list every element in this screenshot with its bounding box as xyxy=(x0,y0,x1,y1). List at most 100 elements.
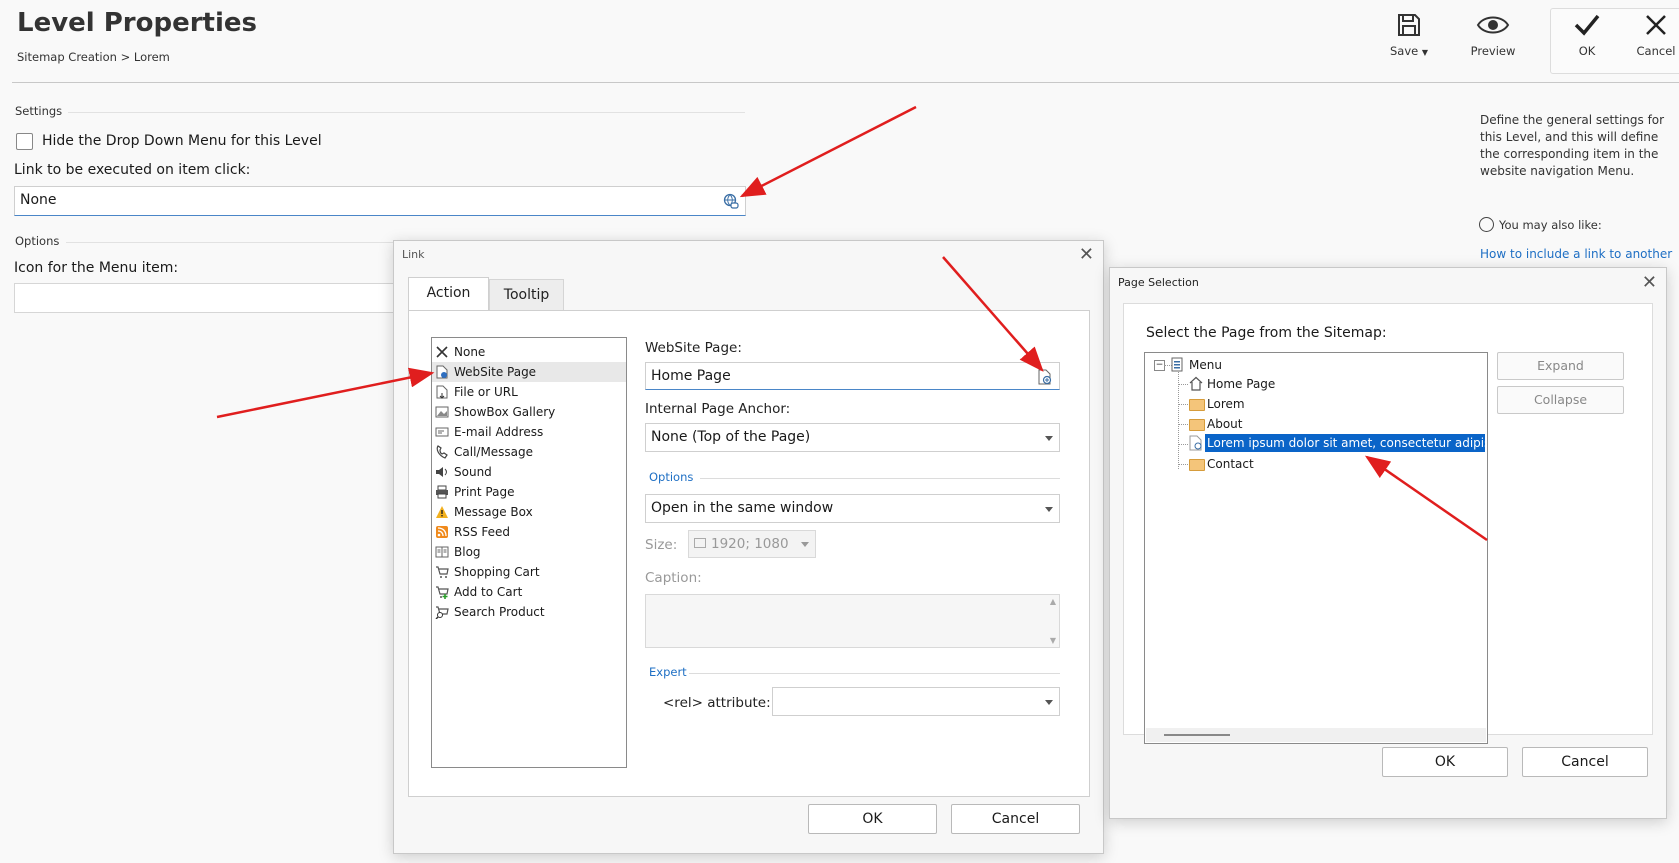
link-ok-button[interactable]: OK xyxy=(808,804,937,834)
expert-group-divider xyxy=(689,673,1060,674)
search-cart-icon xyxy=(435,606,449,619)
phone-icon xyxy=(436,445,448,459)
cart-icon xyxy=(436,566,449,578)
folder-icon xyxy=(1189,399,1205,411)
action-item[interactable]: Sound xyxy=(432,462,626,482)
page-browse-icon[interactable] xyxy=(1038,369,1052,385)
hide-dropdown-checkbox[interactable] xyxy=(16,133,33,150)
anchor-label: Internal Page Anchor: xyxy=(645,401,791,417)
page-icon xyxy=(436,365,448,379)
tree-item-about[interactable]: About xyxy=(1207,415,1242,433)
check-icon xyxy=(1574,14,1600,36)
you-may-like: You may also like: xyxy=(1479,217,1602,232)
action-item[interactable]: Call/Message xyxy=(432,442,626,462)
action-item[interactable]: Message Box xyxy=(432,502,626,522)
action-item-label: None xyxy=(454,345,486,359)
anchor-dropdown[interactable]: None (Top of the Page) xyxy=(645,423,1060,452)
folder-icon xyxy=(1189,419,1205,431)
scrollbar-thumb[interactable] xyxy=(1164,734,1230,736)
preview-label: Preview xyxy=(1470,44,1516,58)
comment-icon xyxy=(1479,217,1494,232)
action-item[interactable]: Add to Cart xyxy=(432,582,626,602)
window-dropdown[interactable]: Open in the same window xyxy=(645,494,1060,523)
tree-item-contact[interactable]: Contact xyxy=(1207,455,1254,473)
action-item-label: Blog xyxy=(454,545,481,559)
tab-action[interactable]: Action xyxy=(408,277,489,310)
expert-group-label: Expert xyxy=(649,665,687,679)
action-item-label: File or URL xyxy=(454,385,518,399)
close-icon xyxy=(1646,15,1666,35)
rel-dropdown[interactable] xyxy=(772,687,1060,716)
scroll-up-icon[interactable]: ▲ xyxy=(1050,597,1056,606)
options-section-label: Options xyxy=(15,234,60,248)
window-value: Open in the same window xyxy=(651,500,834,516)
size-value: 1920; 1080 xyxy=(711,536,789,552)
link-dialog-close-icon[interactable]: ✕ xyxy=(1079,246,1094,264)
action-item[interactable]: ShowBox Gallery xyxy=(432,402,626,422)
action-item[interactable]: None xyxy=(432,342,626,362)
action-item[interactable]: Search Product xyxy=(432,602,626,622)
related-link[interactable]: How to include a link to another xyxy=(1480,247,1672,261)
page-icon xyxy=(1189,435,1202,451)
file-icon xyxy=(436,385,448,399)
size-label: Size: xyxy=(645,537,678,553)
page-dialog-close-icon[interactable]: ✕ xyxy=(1642,274,1657,292)
email-icon xyxy=(435,427,449,437)
expand-button[interactable]: Expand xyxy=(1497,352,1624,380)
tree-item-lorem-ipsum[interactable]: Lorem ipsum dolor sit amet, consectetur … xyxy=(1205,434,1485,452)
link-dialog-title: Link xyxy=(402,248,425,261)
blog-icon xyxy=(435,546,449,558)
link-browse-icon[interactable] xyxy=(723,193,739,209)
tab-tooltip[interactable]: Tooltip xyxy=(489,279,564,310)
link-label: Link to be executed on item click: xyxy=(14,162,251,178)
tree-item-home[interactable]: Home Page xyxy=(1207,375,1275,393)
action-item[interactable]: RSS Feed xyxy=(432,522,626,542)
action-item-label: Search Product xyxy=(454,605,545,619)
save-button[interactable]: Save ▼ xyxy=(1374,12,1444,58)
action-item-label: E-mail Address xyxy=(454,425,544,439)
caption-label: Caption: xyxy=(645,570,702,586)
action-item[interactable]: Shopping Cart xyxy=(432,562,626,582)
link-field[interactable]: None xyxy=(14,186,746,216)
header-ok-button[interactable]: OK xyxy=(1552,12,1622,58)
scroll-down-icon[interactable]: ▼ xyxy=(1050,636,1056,645)
save-label: Save xyxy=(1389,44,1419,58)
icon-field[interactable] xyxy=(14,283,398,313)
link-cancel-button[interactable]: Cancel xyxy=(951,804,1080,834)
sound-icon xyxy=(436,467,447,477)
preview-button[interactable]: Preview xyxy=(1458,12,1528,58)
folder-icon xyxy=(1189,459,1205,471)
website-page-field[interactable]: Home Page xyxy=(645,362,1060,390)
action-list: None WebSite Page File or URL ShowBox Galle… xyxy=(431,337,627,768)
action-item[interactable]: File or URL xyxy=(432,382,626,402)
caption-field[interactable]: ▲ ▼ xyxy=(645,594,1060,648)
monitor-icon xyxy=(694,538,706,548)
page-selection-dialog: Page Selection ✕ Select the Page from th… xyxy=(1109,267,1667,819)
sidebar-description: Define the general settings for this Lev… xyxy=(1480,113,1665,178)
save-icon xyxy=(1398,14,1420,36)
rss-icon xyxy=(436,526,448,538)
you-may-like-label: You may also like: xyxy=(1499,218,1602,232)
page-ok-button[interactable]: OK xyxy=(1382,747,1508,777)
page-cancel-button[interactable]: Cancel xyxy=(1522,747,1648,777)
action-item[interactable]: WebSite Page xyxy=(432,362,626,382)
collapse-button[interactable]: Collapse xyxy=(1497,386,1624,414)
action-item[interactable]: E-mail Address xyxy=(432,422,626,442)
website-page-value: Home Page xyxy=(651,368,731,384)
action-item[interactable]: Print Page xyxy=(432,482,626,502)
tree-item-lorem[interactable]: Lorem xyxy=(1207,395,1245,413)
chevron-down-icon xyxy=(801,542,809,547)
action-item-label: ShowBox Gallery xyxy=(454,405,556,419)
header-cancel-button[interactable]: Cancel xyxy=(1626,12,1679,58)
chevron-down-icon: ▼ xyxy=(1421,48,1429,57)
action-item-label: Call/Message xyxy=(454,445,534,459)
sitemap-tree: − Menu Home Page Lorem About Lorem ipsum… xyxy=(1144,352,1488,744)
horizontal-scrollbar[interactable] xyxy=(1146,728,1486,742)
tree-root-label[interactable]: Menu xyxy=(1189,356,1222,374)
action-item-label: Message Box xyxy=(454,505,533,519)
size-dropdown[interactable]: 1920; 1080 xyxy=(688,530,816,558)
options-group-label: Options xyxy=(649,470,694,484)
tree-line xyxy=(1178,384,1188,385)
page-title: Level Properties xyxy=(17,8,258,38)
action-item[interactable]: Blog xyxy=(432,542,626,562)
